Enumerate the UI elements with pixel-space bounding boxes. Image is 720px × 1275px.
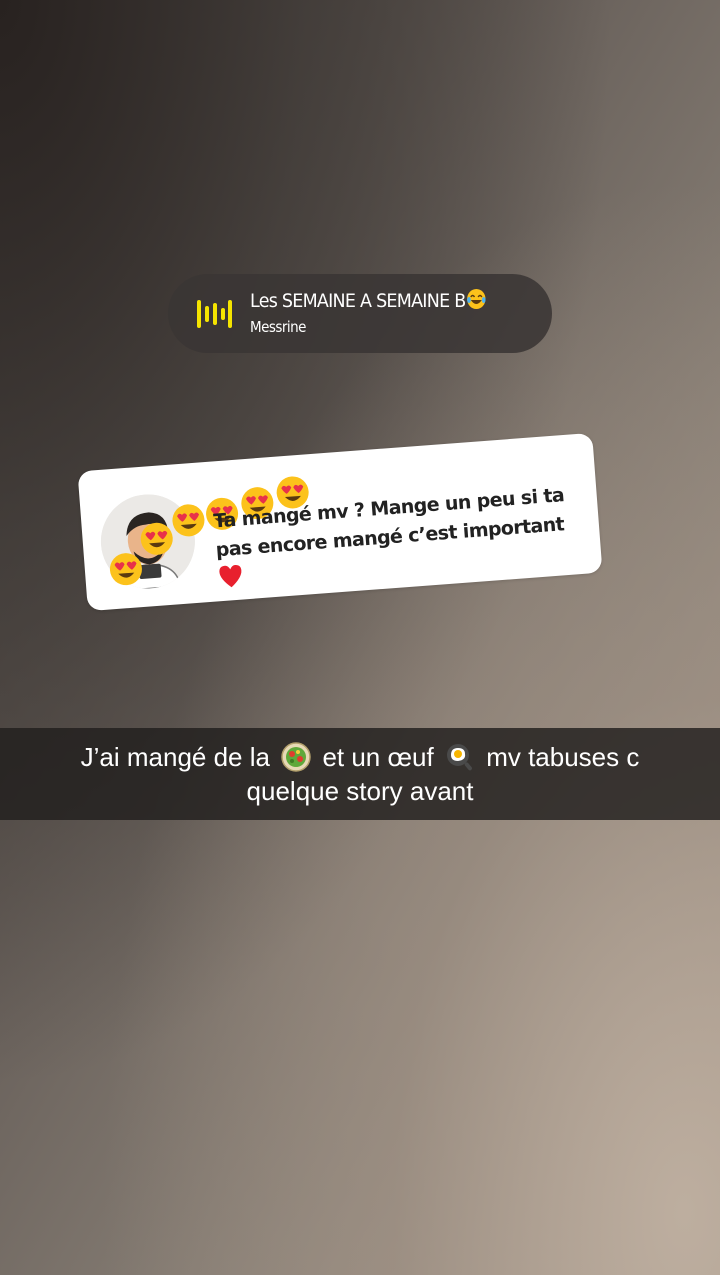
soundwave-icon xyxy=(197,300,232,328)
story-reply-card[interactable]: Ta mangé mv ? Mange un peu si ta pas enc… xyxy=(77,432,603,612)
music-sticker[interactable]: Les SEMAINE A SEMAINE B Messrine xyxy=(168,274,552,353)
red-heart-emoji xyxy=(219,564,242,588)
caption-text-part-1: J’ai mangé de la xyxy=(80,742,270,772)
caption-text-part-2: et un œuf xyxy=(322,742,434,772)
caption-line-2: quelque story avant xyxy=(246,776,474,806)
caption-bar: J’ai mangé de la et un œuf mv tabuses c … xyxy=(0,728,720,820)
heart-eyes-emoji xyxy=(109,553,142,586)
music-title-text: Les SEMAINE A SEMAINE B xyxy=(250,290,466,312)
salad-emoji xyxy=(281,742,311,772)
heart-eyes-emoji xyxy=(172,504,205,537)
caption-text-part-3: mv tabuses c xyxy=(486,742,640,772)
face-with-tears-of-joy-emoji xyxy=(467,289,486,309)
fried-egg-emoji xyxy=(446,744,472,771)
caption-line-1: J’ai mangé de la et un œuf mv tabuses c xyxy=(0,742,720,773)
music-title: Les SEMAINE A SEMAINE B xyxy=(250,288,487,312)
heart-eyes-emoji xyxy=(140,522,173,555)
music-artist: Messrine xyxy=(250,318,306,336)
